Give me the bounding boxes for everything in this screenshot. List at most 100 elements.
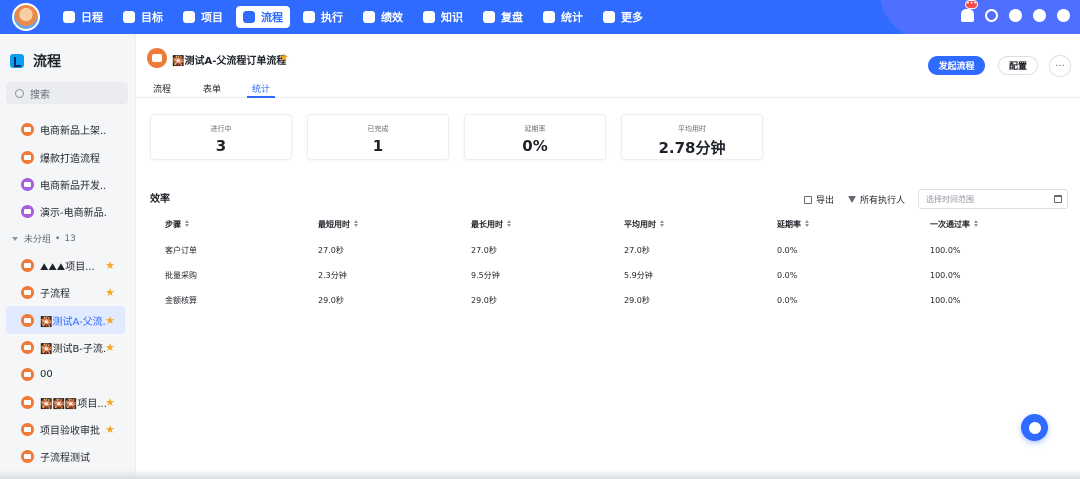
avatar[interactable] [12, 3, 40, 31]
assignee-filter[interactable]: 所有执行人 [848, 193, 905, 206]
nav-item-review[interactable]: 复盘 [476, 6, 530, 28]
sidebar-item-label: 🎇🎇🎇项目... [40, 398, 106, 410]
sidebar-item-label: 子流程测试 [40, 453, 90, 465]
sort-icon[interactable] [185, 219, 190, 228]
table-row: 金额核算 29.0秒 29.0秒 29.0秒 0.0% 100.0% [151, 288, 1071, 313]
star-icon[interactable]: ★ [105, 396, 115, 409]
sidebar-item[interactable]: 子流程 ★ [0, 279, 136, 306]
star-icon[interactable]: ★ [279, 51, 289, 64]
sidebar: 流程 搜索 电商新品上架... 爆款打造流程 电商新品开发... 演示-电商新品… [0, 34, 136, 479]
date-range-picker[interactable]: 选择时间范围 [918, 189, 1068, 209]
sidebar-item-label: 电商新品上架... [40, 126, 106, 138]
table-row: 客户订单 27.0秒 27.0秒 27.0秒 0.0% 100.0% [151, 238, 1071, 263]
sidebar-group-ungrouped[interactable]: 未分组 • 13 [0, 226, 136, 252]
tab-flow[interactable]: 流程 [153, 82, 171, 98]
sidebar-item-label: 项目验收审批 [40, 426, 100, 438]
sidebar-item[interactable]: 演示-电商新品... [0, 198, 136, 225]
table-cell: 0.0% [777, 296, 798, 305]
nav-label: 流程 [261, 11, 283, 24]
column-label: 一次通过率 [930, 219, 970, 229]
sidebar-item[interactable]: ⛰⛰⛰项目... ★ [0, 252, 136, 279]
nav-label: 绩效 [381, 11, 403, 24]
table-cell: 0.0% [777, 246, 798, 255]
start-flow-button[interactable]: 发起流程 [928, 56, 985, 75]
tab-form[interactable]: 表单 [203, 82, 221, 98]
stat-card-in-progress: 进行中 3 [150, 114, 292, 160]
nav-item-performance[interactable]: 绩效 [356, 6, 410, 28]
calendar-icon [63, 11, 75, 23]
nav-item-projects[interactable]: 项目 [176, 6, 230, 28]
performance-icon [363, 11, 375, 23]
review-icon [483, 11, 495, 23]
sidebar-item[interactable]: 电商新品开发... [0, 171, 136, 198]
column-header[interactable]: 最长用时 [457, 210, 610, 238]
star-icon[interactable]: ★ [105, 259, 115, 272]
sidebar-item-label: 子流程 [40, 289, 70, 301]
table-cell: 客户订单 [165, 246, 197, 255]
user-icon[interactable] [1009, 9, 1022, 22]
sort-icon[interactable] [507, 219, 512, 228]
column-header[interactable]: 延期率 [763, 210, 916, 238]
nav-item-knowledge[interactable]: 知识 [416, 6, 470, 28]
flow-icon [21, 258, 34, 272]
more-options-button[interactable]: ··· [1049, 55, 1071, 77]
column-label: 平均用时 [624, 219, 656, 229]
search-icon[interactable] [985, 9, 998, 22]
sidebar-item-active[interactable]: 🎇测试A-父流... ★ [6, 306, 125, 334]
sidebar-search-input[interactable]: 搜索 [6, 82, 128, 104]
sort-icon[interactable] [354, 219, 359, 228]
main-nav: 日程 目标 项目 流程 执行 绩效 知识 复盘 统计 更多 [56, 6, 650, 28]
export-button[interactable]: 导出 [804, 193, 834, 206]
table-cell: 金额核算 [165, 296, 197, 305]
assignee-label: 所有执行人 [860, 196, 906, 206]
sidebar-item[interactable]: 子流程测试 [0, 443, 136, 470]
sidebar-item[interactable]: 爆款打造流程 [0, 143, 136, 170]
sidebar-item[interactable]: 项目验收审批 ★ [0, 416, 136, 443]
star-icon[interactable]: ★ [105, 423, 115, 436]
bulb-icon [1028, 421, 1041, 434]
column-label: 最短用时 [318, 219, 350, 229]
stat-value: 1 [372, 137, 384, 155]
group-label: 未分组 [24, 235, 52, 246]
nav-label: 项目 [201, 11, 223, 24]
execute-icon [303, 11, 315, 23]
nav-item-schedule[interactable]: 日程 [56, 6, 110, 28]
sidebar-item-label: 爆款打造流程 [40, 153, 100, 165]
nav-item-execute[interactable]: 执行 [296, 6, 350, 28]
tab-stats[interactable]: 统计 [247, 82, 276, 98]
download-icon [804, 195, 812, 204]
nav-item-goals[interactable]: 目标 [116, 6, 170, 28]
nav-item-stats[interactable]: 统计 [536, 6, 590, 28]
sidebar-item[interactable]: 🎇🎇🎇项目... ★ [0, 389, 136, 416]
sidebar-item[interactable]: 电商新品上架... [0, 116, 136, 143]
star-icon[interactable]: ★ [105, 341, 115, 354]
config-button[interactable]: 配置 [998, 56, 1038, 75]
bell-icon[interactable]: ••• [961, 0, 978, 22]
table-cell: 29.0秒 [471, 296, 497, 305]
table-cell: 100.0% [930, 271, 961, 280]
star-icon[interactable]: ★ [105, 314, 115, 327]
sort-icon[interactable] [805, 219, 810, 228]
column-label: 步骤 [165, 219, 181, 229]
sort-icon[interactable] [974, 219, 979, 228]
column-header[interactable]: 最短用时 [304, 210, 457, 238]
help-icon[interactable] [1057, 9, 1070, 22]
flow-icon [243, 11, 255, 23]
table-cell: 5.9分钟 [624, 271, 653, 280]
notification-badge: ••• [965, 0, 978, 9]
book-icon [423, 11, 435, 23]
star-icon[interactable]: ★ [105, 286, 115, 299]
nav-item-more[interactable]: 更多 [596, 6, 650, 28]
flow-icon [21, 205, 34, 219]
sidebar-item[interactable]: 🎇测试B-子流... ★ [0, 334, 136, 361]
gear-icon[interactable] [1033, 9, 1046, 22]
sort-icon[interactable] [660, 219, 665, 228]
nav-item-flow[interactable]: 流程 [236, 6, 290, 28]
flow-icon [21, 450, 34, 464]
column-header[interactable]: 一次通过率 [916, 210, 1071, 238]
sidebar-item[interactable]: 00 [0, 361, 136, 388]
column-header[interactable]: 平均用时 [610, 210, 763, 238]
column-header[interactable]: 步骤 [151, 210, 304, 238]
help-assistant-button[interactable] [1021, 414, 1048, 441]
column-label: 延期率 [777, 219, 801, 229]
